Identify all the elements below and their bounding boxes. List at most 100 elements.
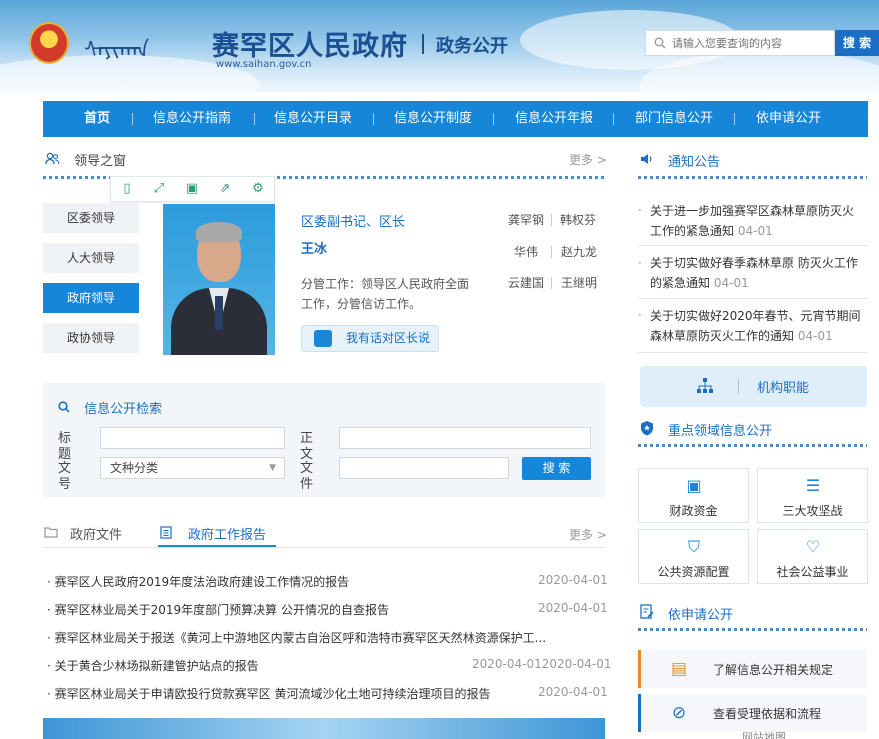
card-finance[interactable]: ▣ 财政资金 [638,468,749,523]
document-item[interactable]: · 关于黄合少林场拟新建管护站点的报告 [47,657,467,674]
nav-home[interactable]: 首页 [84,101,110,137]
search-icon [654,37,666,52]
settings-gear-icon[interactable]: ⚙ [251,181,265,197]
org-function-button[interactable]: 机构职能 [640,366,867,407]
label-category: 文件分类 [300,461,313,489]
document-date: 2020-04-01 [538,601,608,615]
shield-star-icon [640,420,654,439]
leader-tab-party[interactable]: 区委领导 [43,203,139,233]
notice-divider [638,352,867,353]
label-title: 标题 [58,431,71,462]
key-areas-title: 重点领域信息公开 [668,424,773,439]
hands-heart-icon: ♡ [805,537,821,556]
other-leader-name[interactable]: 赵九龙 [561,243,597,260]
other-leader-name[interactable]: 韩权芬 [560,211,596,228]
category-input[interactable] [339,457,509,479]
card-label: 公共资源配置 [657,565,730,579]
notice-bullet: · [638,256,642,270]
mobile-icon[interactable]: ▯ [120,181,134,197]
notice-item[interactable]: 关于切实做好春季森林草原 防灭火工作的紧急通知 04-01 [650,253,865,293]
search-button[interactable]: 搜 索 [835,30,879,56]
card-label: 财政资金 [669,504,718,518]
leader-tab-npc[interactable]: 人大领导 [43,243,139,273]
card-public-resources[interactable]: ⛉ 公共资源配置 [638,529,749,584]
org-function-label: 机构职能 [757,381,810,396]
document-date: 2020-04-01 [538,685,608,699]
nav-guide[interactable]: 信息公开指南 [153,101,231,137]
nav-annual-report[interactable]: 信息公开年报 [515,101,593,137]
document-date: 2020-04-012020-04-01 [472,657,612,671]
people-icon [45,152,64,169]
apply-rules-link[interactable]: ▤ 了解信息公开相关规定 [638,650,867,688]
info-search-title: 信息公开检索 [58,398,162,417]
nav-separator [373,113,374,125]
nav-separator [132,113,133,125]
header: ᠰᠠᠶᠢᠬᠠᠨ 赛罕区人民政府 www.saihan.gov.cn 政务公开 搜… [0,0,879,92]
site-title[interactable]: 赛罕区人民政府 [212,24,408,63]
leader-photo[interactable] [163,204,275,355]
card-label: 社会公益事业 [776,565,849,579]
document-list-icon: ▤ [670,659,688,679]
chevron-down-icon: ▼ [269,463,276,473]
search-input[interactable] [672,34,830,52]
documents-more-link[interactable]: 更多 > [569,526,607,543]
other-leader-name[interactable]: 华伟 [514,243,538,260]
nav-system[interactable]: 信息公开制度 [394,101,472,137]
card-three-battles[interactable]: ☰ 三大攻坚战 [757,468,868,523]
site-url: www.saihan.gov.cn [216,59,312,70]
nav-apply[interactable]: 依申请公开 [756,101,821,137]
leader-tab-government[interactable]: 政府领导 [43,283,139,313]
body-input[interactable] [339,427,591,449]
name-separator [551,214,552,226]
org-divider [738,379,739,394]
leader-name[interactable]: 王冰 [301,238,327,257]
checklist-icon: ☰ [805,476,821,495]
leaders-section-title: 领导之窗 [45,150,126,169]
nav-separator [734,113,735,125]
apply-dash-divider [638,628,867,631]
sitemap-link[interactable]: 网站地图 [742,731,786,739]
leaders-title-text: 领导之窗 [74,154,127,169]
finance-icon: ▣ [686,476,702,495]
main-nav: 首页 信息公开指南 信息公开目录 信息公开制度 信息公开年报 部门信息公开 依申… [43,101,868,137]
site-subtitle: 政务公开 [436,36,508,57]
category-select[interactable]: 文种分类 ▼ [100,457,285,479]
other-leader-name[interactable]: 王继明 [561,274,597,291]
card-label: 三大攻坚战 [782,504,843,518]
leader-position: 区委副书记、区长 [301,215,406,230]
nav-separator [493,113,494,125]
nav-department[interactable]: 部门信息公开 [635,101,713,137]
talk-to-leader-button[interactable]: 我有话对区长说 [301,325,439,352]
document-item[interactable]: · 赛罕区林业局关于报送《黄河上中游地区内蒙古自治区呼和浩特市赛罕区天然林资源保… [47,629,552,646]
tab-government-files[interactable]: 政府文件 [70,524,122,543]
card-public-welfare[interactable]: ♡ 社会公益事业 [757,529,868,584]
edit-doc-icon [640,604,654,622]
documents-tab-divider [43,547,605,548]
document-item[interactable]: · 赛罕区林业局关于2019年度部门预算决算 公开情况的自查报告 [47,601,557,618]
notice-bullet: · [638,308,642,322]
leader-tab-cppcc[interactable]: 政协领导 [43,323,139,353]
save-icon[interactable]: ▣ [185,181,199,197]
share-icon[interactable]: ⇗ [218,181,232,197]
name-separator [551,246,552,258]
notice-item[interactable]: 关于进一步加强赛罕区森林草原防灭火工作的紧急通知 04-01 [650,201,865,241]
other-leader-name[interactable]: 龚罕钢 [508,211,544,228]
title-input[interactable] [100,427,285,449]
tab-work-reports[interactable]: 政府工作报告 [188,524,266,543]
fullscreen-icon[interactable]: ⤢ [152,181,166,197]
apply-process-link[interactable]: ⊘ 查看受理依据和流程 [638,694,867,732]
apply-title: 依申请公开 [668,608,734,623]
other-leader-name[interactable]: 云建国 [508,274,544,291]
folder-icon [44,526,58,541]
speaker-icon [640,153,654,168]
bottom-banner[interactable] [43,718,605,739]
notices-title: 通知公告 [668,155,721,170]
document-item[interactable]: · 赛罕区人民政府2019年度法治政府建设工作情况的报告 [47,573,557,590]
notice-item[interactable]: 关于切实做好2020年春节、元宵节期间森林草原防灭火工作的通知 04-01 [650,306,865,346]
nav-catalog[interactable]: 信息公开目录 [274,101,352,137]
talk-button-label: 我有话对区长说 [346,331,431,345]
leaders-more-link[interactable]: 更多 > [569,151,607,168]
document-item[interactable]: · 赛罕区林业局关于申请欧投行贷款赛罕区 黄河流域沙化土地可持续治理项目的报告 [47,685,532,702]
info-search-button[interactable]: 搜 索 [522,457,591,480]
leader-description: 分管工作：领导区人民政府全面工作，分管信访工作。 [301,277,470,311]
